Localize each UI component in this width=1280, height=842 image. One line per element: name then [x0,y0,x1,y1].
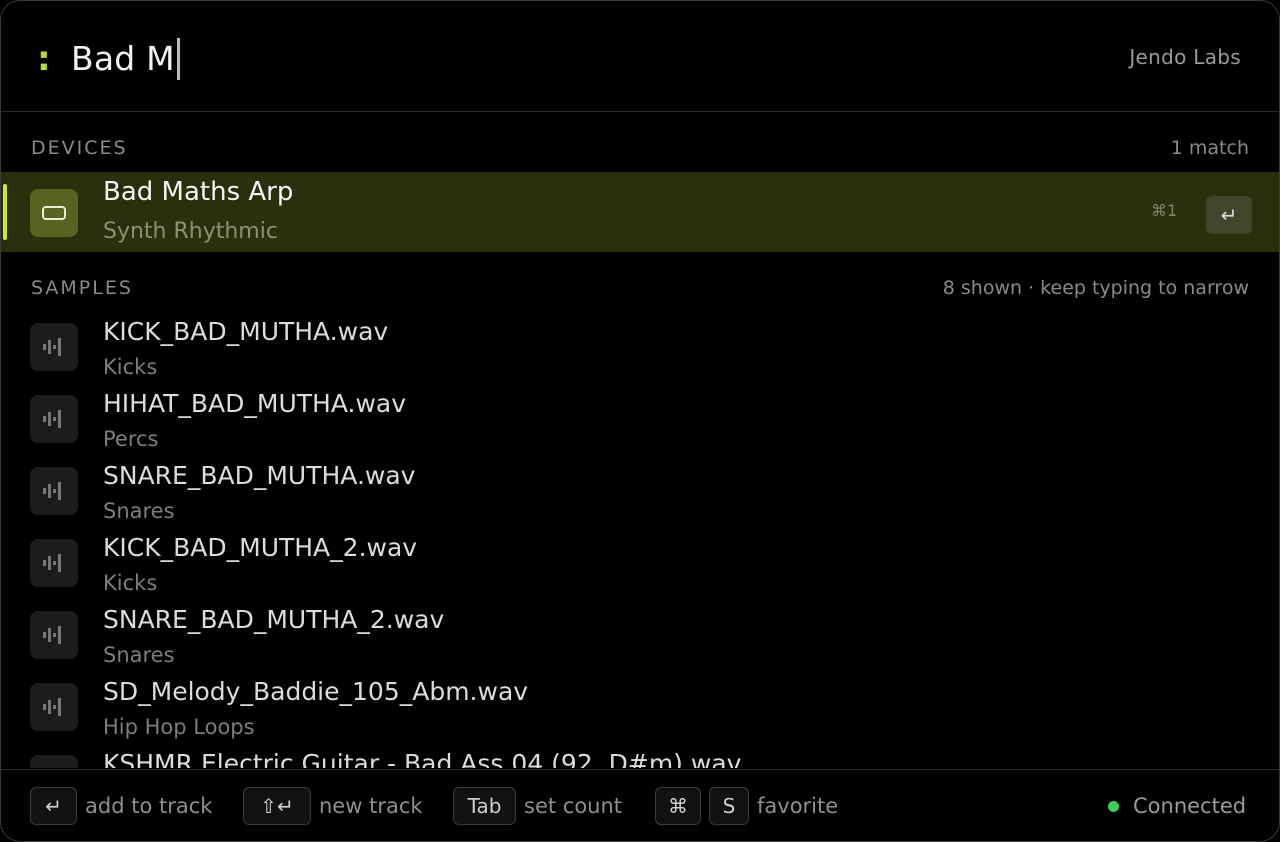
connection-status-icon [1108,801,1119,812]
sample-name[interactable]: HIHAT_BAD_MUTHA.wav [103,389,406,418]
devices-section-title: DEVICES [31,137,128,159]
waveform-icon [30,611,78,659]
waveform-icon [30,683,78,731]
tab-key-icon: Tab [453,787,516,825]
devices-match-count: 1 match [1170,137,1249,159]
command-key-icon: ⌘ [655,787,701,825]
set-count-label: set count [524,794,623,818]
search-query[interactable]: Bad M [71,37,175,81]
text-caret [176,38,180,80]
samples-shown-count: 8 shown · keep typing to narrow [942,277,1249,299]
shortcut-footer: ↵ add to track ⇧↵ new track Tab set coun… [1,769,1279,841]
brand-label: Jendo Labs [1129,45,1241,69]
sample-row[interactable]: SD_Melody_Baddie_105_Abm.wav Hip Hop Loo… [1,673,1279,745]
sample-name[interactable]: SD_Melody_Baddie_105_Abm.wav [103,677,528,706]
sample-category: Kicks [103,571,158,595]
sample-name[interactable]: SNARE_BAD_MUTHA_2.wav [103,605,444,634]
sample-category: Snares [103,643,175,667]
command-palette-window: : Bad M Jendo Labs DEVICES 1 match Bad M… [0,0,1280,842]
selection-indicator [3,184,7,240]
add-to-track-label: add to track [85,794,213,818]
sample-name[interactable]: KICK_BAD_MUTHA.wav [103,317,388,346]
sample-category: Snares [103,499,175,523]
sample-row[interactable]: KICK_BAD_MUTHA_2.wav Kicks [1,529,1279,601]
s-key-icon: S [709,787,749,825]
device-category: Synth Rhythmic [103,219,278,244]
waveform-icon [30,323,78,371]
sample-name[interactable]: KSHMR Electric Guitar - Bad Ass 04 (92, … [103,749,741,768]
shift-enter-key-icon: ⇧↵ [243,787,311,825]
favorite-label: favorite [757,794,839,818]
sample-category: Hip Hop Loops [103,715,255,739]
sample-row[interactable]: KSHMR Electric Guitar - Bad Ass 04 (92, … [1,745,1279,768]
enter-key-icon: ↵ [30,787,77,825]
device-icon [30,189,78,237]
sample-row[interactable]: KICK_BAD_MUTHA.wav Kicks [1,313,1279,385]
search-header: : Bad M Jendo Labs [1,1,1279,112]
connection-status: Connected [1133,794,1247,818]
waveform-icon [30,467,78,515]
prompt-glyph: : [37,39,51,79]
sample-row[interactable]: SNARE_BAD_MUTHA_2.wav Snares [1,601,1279,673]
samples-section-title: SAMPLES [31,277,133,299]
sample-name[interactable]: KICK_BAD_MUTHA_2.wav [103,533,417,562]
sample-category: Percs [103,427,159,451]
waveform-icon [30,755,78,768]
samples-list[interactable]: KICK_BAD_MUTHA.wav Kicks HIHAT_BAD_MUTHA… [1,313,1279,768]
sample-row[interactable]: SNARE_BAD_MUTHA.wav Snares [1,457,1279,529]
sample-name[interactable]: SNARE_BAD_MUTHA.wav [103,461,415,490]
samples-section-header: SAMPLES 8 shown · keep typing to narrow [31,275,1249,301]
waveform-icon [30,395,78,443]
device-shortcut-hint: ⌘1 [1151,201,1178,220]
new-track-label: new track [319,794,423,818]
sample-row[interactable]: HIHAT_BAD_MUTHA.wav Percs [1,385,1279,457]
waveform-icon [30,539,78,587]
search-input[interactable]: Bad M [71,37,180,81]
device-enter-button[interactable]: ↵ [1206,196,1252,234]
device-name[interactable]: Bad Maths Arp [103,177,293,207]
devices-section-header: DEVICES 1 match [31,135,1249,161]
sample-category: Kicks [103,355,158,379]
